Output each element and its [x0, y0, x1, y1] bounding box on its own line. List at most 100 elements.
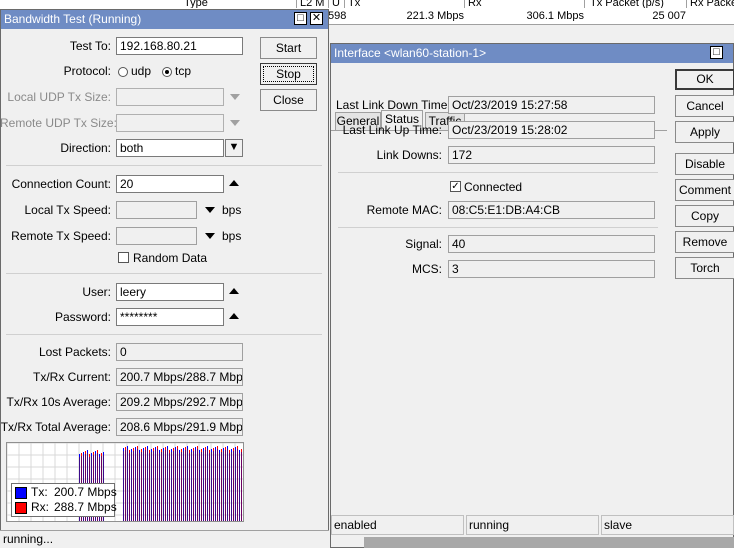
tx-rx-10s-average-label: Tx/Rx 10s Average: [6, 395, 112, 409]
column-header-l2m[interactable]: L2 M [300, 0, 329, 8]
mcs-label: MCS: [412, 262, 442, 276]
graph-bar-cap [137, 446, 138, 449]
graph-bar [187, 449, 188, 521]
cancel-button[interactable]: Cancel [675, 95, 734, 117]
lost-packets-field[interactable]: 0 [116, 343, 243, 361]
graph-bar [129, 453, 130, 521]
maximize-icon[interactable]: □ [294, 12, 307, 25]
graph-bar-cap [95, 451, 96, 454]
link-downs-label: Link Downs: [376, 148, 442, 162]
last-link-up-field[interactable]: Oct/23/2019 15:28:02 [448, 121, 655, 139]
collapse-arrow-icon[interactable] [229, 313, 239, 319]
signal-field[interactable]: 40 [448, 235, 655, 253]
local-tx-speed-input[interactable] [116, 201, 197, 219]
table-cell: 221.3 Mbps [406, 11, 464, 21]
link-downs-field[interactable]: 172 [448, 146, 655, 164]
graph-bar [225, 450, 226, 521]
local-udp-tx-size-input[interactable] [116, 88, 224, 106]
graph-bar-cap [179, 450, 180, 453]
expand-arrow-icon[interactable] [205, 233, 215, 239]
tx-rx-total-average-field[interactable]: 208.6 Mbps/291.9 Mbps [116, 418, 243, 436]
protocol-tcp-radio[interactable] [162, 67, 172, 77]
dropdown-arrow-icon[interactable] [230, 94, 240, 100]
graph-bar-cap [181, 449, 182, 452]
graph-bar [211, 452, 212, 521]
graph-bar [125, 450, 126, 521]
collapse-arrow-icon[interactable] [229, 288, 239, 294]
dropdown-button-icon[interactable]: ▼ [225, 139, 243, 157]
copy-button[interactable]: Copy [675, 205, 734, 227]
mcs-field[interactable]: 3 [448, 260, 655, 278]
bandwidth-test-title[interactable]: Bandwidth Test (Running) [1, 10, 328, 29]
column-header-type[interactable]: Type [184, 0, 297, 8]
tx-rx-total-average-label: Tx/Rx Total Average: [0, 420, 111, 434]
graph-bar [235, 450, 236, 521]
graph-bar [171, 452, 172, 521]
column-header-rx[interactable]: Rx [468, 0, 585, 8]
column-header-rx-packet[interactable]: Rx Packe [690, 0, 734, 8]
comment-button[interactable]: Comment [675, 179, 734, 201]
last-link-down-field[interactable]: Oct/23/2019 15:27:58 [448, 96, 655, 114]
column-header-tx[interactable]: Tx [348, 0, 465, 8]
graph-bar [195, 450, 196, 521]
start-button[interactable]: Start [260, 37, 317, 59]
interface-window-title[interactable]: Interface <wlan60-station-1> [331, 44, 733, 63]
graph-bar [229, 453, 230, 521]
tx-color-swatch [15, 487, 27, 499]
ok-button[interactable]: OK [675, 69, 734, 90]
graph-bar [209, 453, 210, 521]
remote-tx-speed-input[interactable] [116, 227, 197, 245]
protocol-udp-radio[interactable] [118, 67, 128, 77]
status-cell-running: running [466, 515, 599, 535]
expand-arrow-icon[interactable] [205, 207, 215, 213]
graph-bar-cap [209, 450, 210, 453]
graph-bar [131, 452, 132, 521]
graph-bar [165, 450, 166, 521]
apply-button[interactable]: Apply [675, 121, 734, 143]
graph-bar-cap [129, 450, 130, 453]
graph-bar [239, 453, 240, 521]
background-strip [364, 537, 734, 548]
tx-rx-10s-average-field[interactable]: 209.2 Mbps/292.7 Mbps [116, 393, 243, 411]
column-header-u[interactable]: U [332, 0, 345, 8]
graph-bar [191, 452, 192, 521]
torch-button[interactable]: Torch [675, 257, 734, 279]
graph-bar-cap [205, 447, 206, 450]
window-title-text: Interface <wlan60-station-1> [334, 46, 487, 60]
remote-mac-field[interactable]: 08:C5:E1:DB:A4:CB [448, 201, 655, 219]
direction-select[interactable]: both [116, 139, 224, 157]
disable-button[interactable]: Disable [675, 153, 734, 175]
stop-button[interactable]: Stop [260, 63, 317, 85]
random-data-checkbox[interactable] [118, 252, 129, 263]
close-button[interactable]: Close [260, 89, 317, 111]
collapse-arrow-icon[interactable] [229, 180, 239, 186]
graph-bar [193, 451, 194, 521]
status-bar: running... [0, 530, 329, 548]
graph-bar-cap [237, 446, 238, 449]
bandwidth-graph: Tx: 200.7 Mbps Rx: 288.7 Mbps [6, 442, 244, 522]
connection-count-input[interactable]: 20 [116, 175, 224, 193]
user-input[interactable]: leery [116, 283, 224, 301]
maximize-icon[interactable]: □ [710, 46, 723, 59]
graph-bar-cap [85, 451, 86, 454]
password-input[interactable]: ******** [116, 308, 224, 326]
direction-label: Direction: [60, 141, 111, 155]
protocol-label: Protocol: [63, 64, 111, 78]
graph-bar [177, 449, 178, 521]
remote-udp-tx-size-input[interactable] [116, 114, 224, 132]
graph-bar-cap [147, 446, 148, 449]
graph-bar [151, 452, 152, 521]
user-label: User: [82, 285, 111, 299]
local-tx-speed-label: Local Tx Speed: [24, 203, 111, 217]
remove-button[interactable]: Remove [675, 231, 734, 253]
graph-bar-cap [97, 450, 98, 453]
close-icon[interactable]: ✕ [310, 12, 323, 25]
graph-bar [157, 449, 158, 521]
graph-bar-cap [89, 454, 90, 457]
test-to-input[interactable]: 192.168.80.21 [116, 37, 243, 55]
graph-legend: Tx: 200.7 Mbps Rx: 288.7 Mbps [11, 483, 117, 517]
dropdown-arrow-icon[interactable] [230, 120, 240, 126]
tx-rx-current-field[interactable]: 200.7 Mbps/288.7 Mbps [116, 368, 243, 386]
connected-checkbox[interactable]: ✓ [450, 181, 461, 192]
column-header-tx-packet[interactable]: Tx Packet (p/s) [590, 0, 687, 8]
